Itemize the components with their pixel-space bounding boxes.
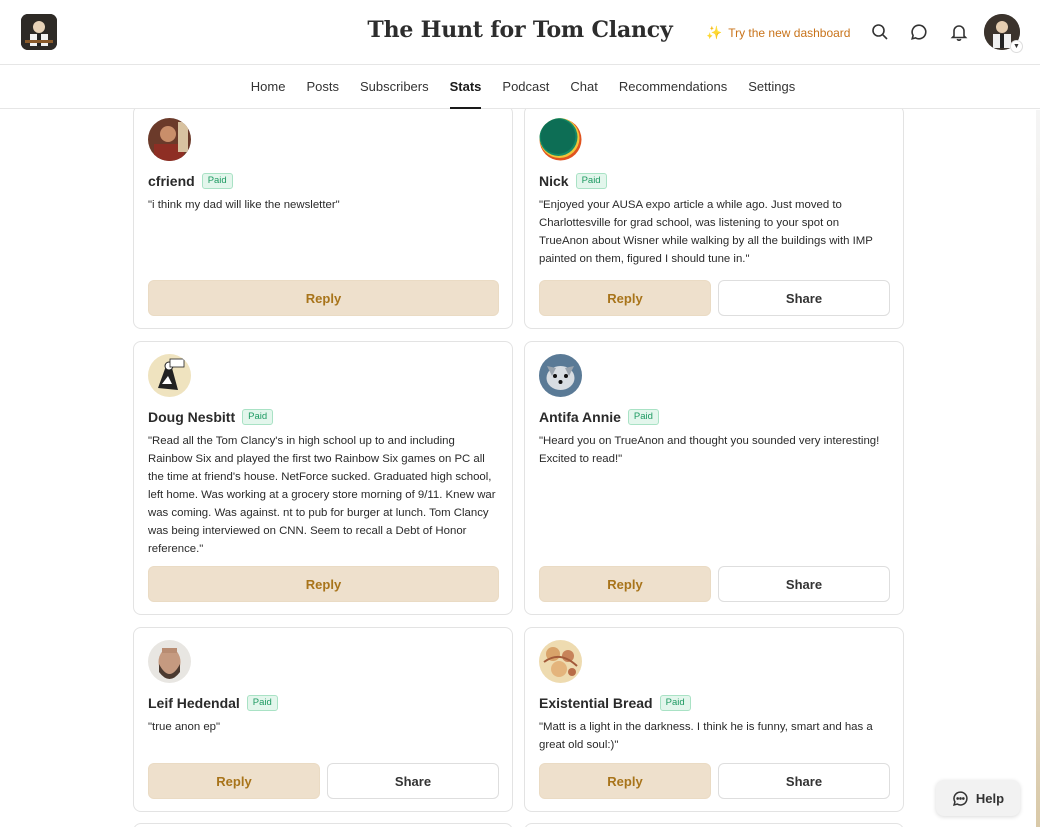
- paid-badge: Paid: [575, 173, 607, 189]
- paid-badge: Paid: [627, 409, 659, 425]
- subscriber-card: Existential Bread Paid "Matt is a light …: [524, 627, 904, 812]
- help-chat-icon: [952, 790, 968, 806]
- subscriber-name[interactable]: Leif Hedendal: [148, 695, 240, 711]
- chat-icon[interactable]: [908, 21, 930, 43]
- subscriber-name[interactable]: Doug Nesbitt: [148, 409, 235, 425]
- paid-badge: Paid: [201, 173, 233, 189]
- subscriber-card: Leif Hedendal Paid "true anon ep" Reply …: [133, 627, 513, 812]
- reply-button[interactable]: Reply: [148, 280, 499, 316]
- reply-button[interactable]: Reply: [148, 566, 499, 602]
- nav-chat[interactable]: Chat: [570, 65, 597, 109]
- nav-subscribers[interactable]: Subscribers: [360, 65, 429, 109]
- reply-button[interactable]: Reply: [539, 280, 711, 316]
- nav-recommendations[interactable]: Recommendations: [619, 65, 727, 109]
- subscriber-note: "i think my dad will like the newsletter…: [148, 199, 340, 211]
- nav-home[interactable]: Home: [251, 65, 286, 109]
- subscriber-card: Antifa Annie Paid "Heard you on TrueAnon…: [524, 341, 904, 615]
- subscriber-note: "Enjoyed your AUSA expo article a while …: [539, 199, 873, 265]
- avatar: [148, 640, 191, 683]
- help-label: Help: [975, 790, 1005, 806]
- main-nav: Home Posts Subscribers Stats Podcast Cha…: [0, 65, 1040, 109]
- subscriber-name[interactable]: cfriend: [148, 173, 195, 189]
- paid-badge: Paid: [246, 695, 278, 711]
- share-button[interactable]: Share: [327, 763, 499, 799]
- subscriber-note: "Heard you on TrueAnon and thought you s…: [539, 435, 880, 465]
- try-dashboard-label: Try the new dashboard: [728, 26, 851, 40]
- subscriber-card: Doug Nesbitt Paid "Read all the Tom Clan…: [133, 341, 513, 615]
- paid-badge: Paid: [659, 695, 691, 711]
- share-button[interactable]: Share: [718, 763, 890, 799]
- avatar: [539, 118, 582, 161]
- nav-settings[interactable]: Settings: [748, 65, 795, 109]
- sparkle-icon: ✨: [706, 25, 723, 40]
- chevron-down-icon[interactable]: ▼: [1010, 40, 1023, 53]
- avatar: [539, 640, 582, 683]
- subscriber-card: [524, 823, 904, 827]
- bell-icon[interactable]: [948, 21, 970, 43]
- search-icon[interactable]: [869, 21, 891, 43]
- nav-stats[interactable]: Stats: [449, 65, 481, 109]
- reply-button[interactable]: Reply: [148, 763, 320, 799]
- top-header: The Hunt for Tom Clancy ✨ Try the new da…: [0, 0, 1040, 65]
- subscriber-name[interactable]: Nick: [539, 173, 569, 189]
- page-edge: [1036, 110, 1040, 827]
- nav-podcast[interactable]: Podcast: [502, 65, 549, 109]
- avatar: [539, 354, 582, 397]
- subscriber-card: Nick Paid "Enjoyed your AUSA expo articl…: [524, 109, 904, 329]
- avatar: [148, 354, 191, 397]
- subscriber-card: [133, 823, 513, 827]
- publication-logo[interactable]: [21, 14, 57, 50]
- reply-button[interactable]: Reply: [539, 763, 711, 799]
- subscriber-name[interactable]: Antifa Annie: [539, 409, 621, 425]
- help-button[interactable]: Help: [936, 780, 1020, 816]
- reply-button[interactable]: Reply: [539, 566, 711, 602]
- try-new-dashboard-link[interactable]: ✨ Try the new dashboard: [706, 25, 850, 41]
- avatar: [148, 118, 191, 161]
- subscriber-note: "Matt is a light in the darkness. I thin…: [539, 721, 873, 751]
- subscriber-name[interactable]: Existential Bread: [539, 695, 653, 711]
- paid-badge: Paid: [242, 409, 274, 425]
- nav-posts[interactable]: Posts: [306, 65, 339, 109]
- share-button[interactable]: Share: [718, 280, 890, 316]
- subscriber-note: "Read all the Tom Clancy's in high schoo…: [148, 435, 496, 555]
- subscriber-note: "true anon ep": [148, 721, 221, 733]
- share-button[interactable]: Share: [718, 566, 890, 602]
- subscriber-notes-list: cfriend Paid "i think my dad will like t…: [0, 109, 1040, 827]
- subscriber-card: cfriend Paid "i think my dad will like t…: [133, 109, 513, 329]
